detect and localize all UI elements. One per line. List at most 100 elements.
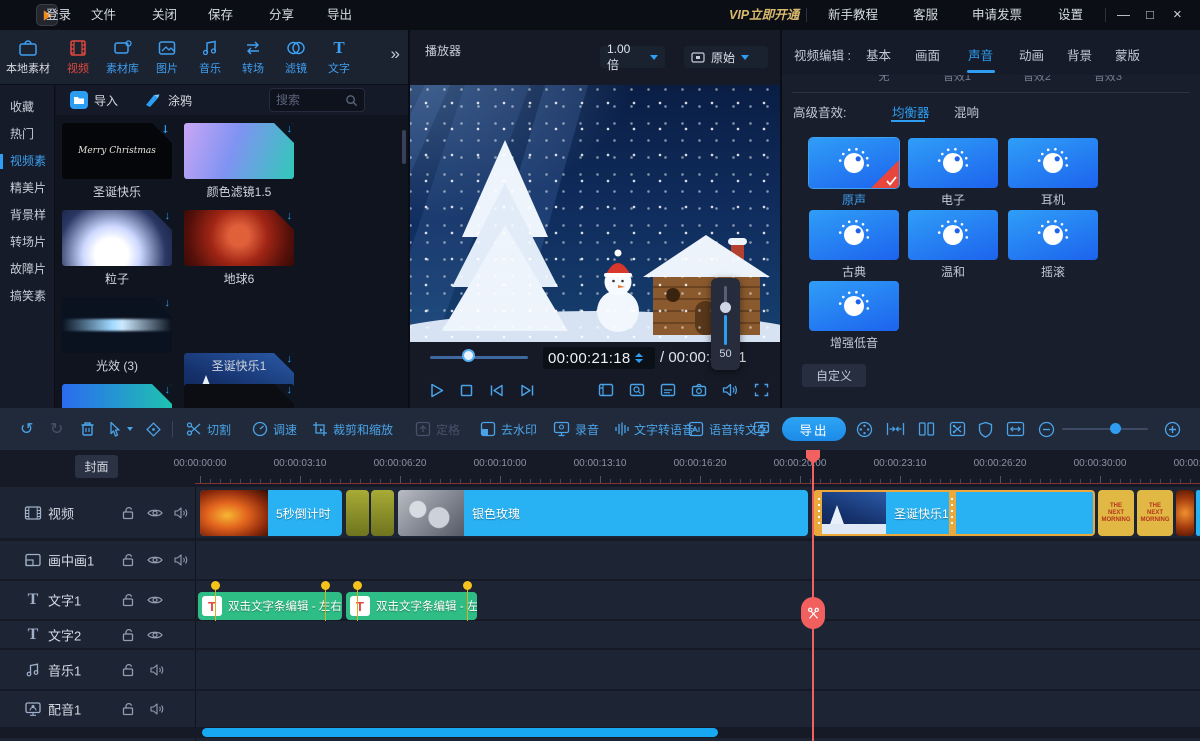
preset-mild[interactable] bbox=[908, 210, 998, 260]
menu-file[interactable]: 文件 bbox=[91, 0, 116, 30]
split-at-playhead-button[interactable] bbox=[801, 597, 825, 629]
subtitle-list-icon[interactable] bbox=[660, 383, 676, 397]
tab-mask[interactable]: 蒙版 bbox=[1115, 45, 1140, 64]
download-icon[interactable]: ↓ bbox=[287, 210, 293, 222]
tab-background[interactable]: 背景 bbox=[1067, 45, 1092, 64]
playback-speed-select[interactable]: 1.00 倍 bbox=[600, 46, 665, 68]
category-transitions[interactable]: 转场片 bbox=[0, 229, 54, 256]
split-view-button[interactable] bbox=[918, 408, 935, 450]
keyframe-marker[interactable] bbox=[321, 581, 330, 590]
download-icon[interactable]: ↓ bbox=[287, 123, 293, 135]
menu-save[interactable]: 保存 bbox=[208, 0, 233, 30]
tab-picture[interactable]: 画面 bbox=[915, 45, 940, 64]
tab-audio[interactable]: 声音 bbox=[968, 45, 993, 64]
stop-button[interactable] bbox=[460, 384, 473, 397]
voice-monitor-button[interactable] bbox=[753, 408, 770, 450]
keyframe-marker[interactable] bbox=[353, 581, 362, 590]
chevron-down-icon[interactable] bbox=[127, 427, 133, 431]
keyframe-marker[interactable] bbox=[463, 581, 472, 590]
spinner-down-icon[interactable] bbox=[635, 359, 643, 363]
doodle-button[interactable]: 涂鸦 bbox=[168, 92, 192, 109]
download-icon[interactable]: ↓ bbox=[161, 123, 170, 136]
menu-export[interactable]: 导出 bbox=[327, 0, 352, 30]
clipped-option[interactable]: 音效2 bbox=[1002, 75, 1072, 84]
tab-text[interactable]: T 文字 bbox=[324, 39, 354, 76]
timeline-video-clip[interactable] bbox=[371, 490, 394, 536]
focus-zoom-icon[interactable] bbox=[629, 383, 645, 397]
maximize-button[interactable]: □ bbox=[1146, 0, 1154, 30]
merge-clips-button[interactable] bbox=[886, 408, 905, 450]
timeline-video-clip[interactable] bbox=[346, 490, 369, 536]
menu-close-project[interactable]: 关闭 bbox=[152, 0, 177, 30]
timeline-text-clip[interactable]: T双击文字条编辑 - 左右 bbox=[198, 592, 342, 620]
category-favorites[interactable]: 收藏 bbox=[0, 94, 54, 121]
timeline-h-scrollbar[interactable] bbox=[202, 728, 718, 737]
clipped-option[interactable]: 音效3 bbox=[1073, 75, 1143, 84]
tab-local-media[interactable]: 本地素材 bbox=[6, 39, 50, 76]
timeline-video-clip[interactable]: 银色玫瑰 bbox=[398, 490, 808, 536]
menu-tutorial[interactable]: 新手教程 bbox=[828, 0, 878, 30]
tool-freeze[interactable]: 定格 bbox=[415, 408, 460, 450]
timeline-video-clip[interactable] bbox=[1176, 490, 1194, 536]
tab-transition[interactable]: 转场 bbox=[238, 39, 268, 76]
preset-headphone[interactable] bbox=[1008, 138, 1098, 188]
clip-trim-handle-right[interactable] bbox=[949, 492, 956, 534]
export-button[interactable]: 导出 bbox=[782, 417, 846, 441]
media-item[interactable]: ↓ bbox=[62, 210, 172, 266]
search-input[interactable] bbox=[276, 93, 345, 107]
snap-marker-button[interactable] bbox=[145, 421, 162, 438]
zoom-in-button[interactable] bbox=[1164, 408, 1181, 450]
time-spinner[interactable] bbox=[635, 353, 643, 363]
undo-button[interactable]: ↺ bbox=[20, 419, 33, 439]
protect-button[interactable] bbox=[978, 408, 993, 450]
clip-trim-handle-left[interactable] bbox=[815, 492, 822, 534]
select-cursor-button[interactable] bbox=[108, 421, 122, 437]
tab-basic[interactable]: 基本 bbox=[866, 45, 891, 64]
category-backgrounds[interactable]: 背景样 bbox=[0, 202, 54, 229]
delete-trash-button[interactable] bbox=[80, 421, 95, 437]
snapshot-camera-icon[interactable] bbox=[691, 383, 707, 397]
tab-music[interactable]: 音乐 bbox=[195, 39, 225, 76]
tab-reverb[interactable]: 混响 bbox=[954, 102, 979, 121]
tool-crop[interactable]: 裁剪和缩放 bbox=[312, 408, 393, 450]
next-frame-button[interactable] bbox=[520, 384, 535, 397]
menu-login[interactable]: 登录 bbox=[46, 0, 71, 30]
volume-slider-knob[interactable] bbox=[720, 302, 731, 313]
category-glitch[interactable]: 故障片 bbox=[0, 256, 54, 283]
player-progress-track[interactable] bbox=[430, 356, 528, 359]
category-hot[interactable]: 热门 bbox=[0, 121, 54, 148]
search-icon[interactable] bbox=[345, 94, 358, 107]
download-icon[interactable]: ↓ bbox=[165, 384, 171, 396]
timeline-video-clip[interactable]: THENEXTMORNING bbox=[1098, 490, 1134, 536]
media-item[interactable]: ↓ bbox=[62, 297, 172, 353]
media-item[interactable]: Merry Christmas ↓ bbox=[62, 123, 172, 179]
fit-timeline-button[interactable] bbox=[1006, 408, 1025, 450]
tool-watermark[interactable]: 去水印 bbox=[480, 408, 537, 450]
clipped-option[interactable]: 无 bbox=[849, 75, 919, 84]
tab-equalizer[interactable]: 均衡器 bbox=[892, 102, 930, 121]
menu-invoice[interactable]: 申请发票 bbox=[972, 0, 1022, 30]
fit-mode-select[interactable]: 原始 bbox=[684, 46, 768, 68]
media-scrollbar[interactable] bbox=[402, 130, 406, 164]
preset-classical[interactable] bbox=[809, 210, 899, 260]
tool-text-to-speech[interactable]: 文字转语音 bbox=[614, 408, 694, 450]
download-icon[interactable]: ↓ bbox=[165, 210, 171, 222]
cut-box-button[interactable] bbox=[949, 408, 966, 450]
menu-settings[interactable]: 设置 bbox=[1058, 0, 1083, 30]
tab-filter[interactable]: 滤镜 bbox=[281, 39, 311, 76]
category-intros[interactable]: 精美片 bbox=[0, 175, 54, 202]
customize-button[interactable]: 自定义 bbox=[802, 364, 866, 387]
more-tabs-chevron[interactable]: » bbox=[391, 44, 400, 64]
film-reel-button[interactable] bbox=[856, 408, 873, 450]
preset-electronic[interactable] bbox=[908, 138, 998, 188]
prev-frame-button[interactable] bbox=[489, 384, 504, 397]
clipped-option[interactable]: 音效1 bbox=[922, 75, 992, 84]
preset-rock[interactable] bbox=[1008, 210, 1098, 260]
vip-upgrade-button[interactable]: VIP立即开通 bbox=[729, 0, 799, 30]
import-button[interactable]: 导入 bbox=[94, 92, 118, 109]
tab-asset-library[interactable]: 素材库 bbox=[106, 39, 139, 76]
current-time-box[interactable]: 00:00:21:18 bbox=[543, 347, 655, 369]
volume-icon[interactable] bbox=[722, 383, 739, 397]
frame-icon[interactable] bbox=[598, 383, 614, 397]
redo-button[interactable]: ↻ bbox=[50, 419, 63, 439]
